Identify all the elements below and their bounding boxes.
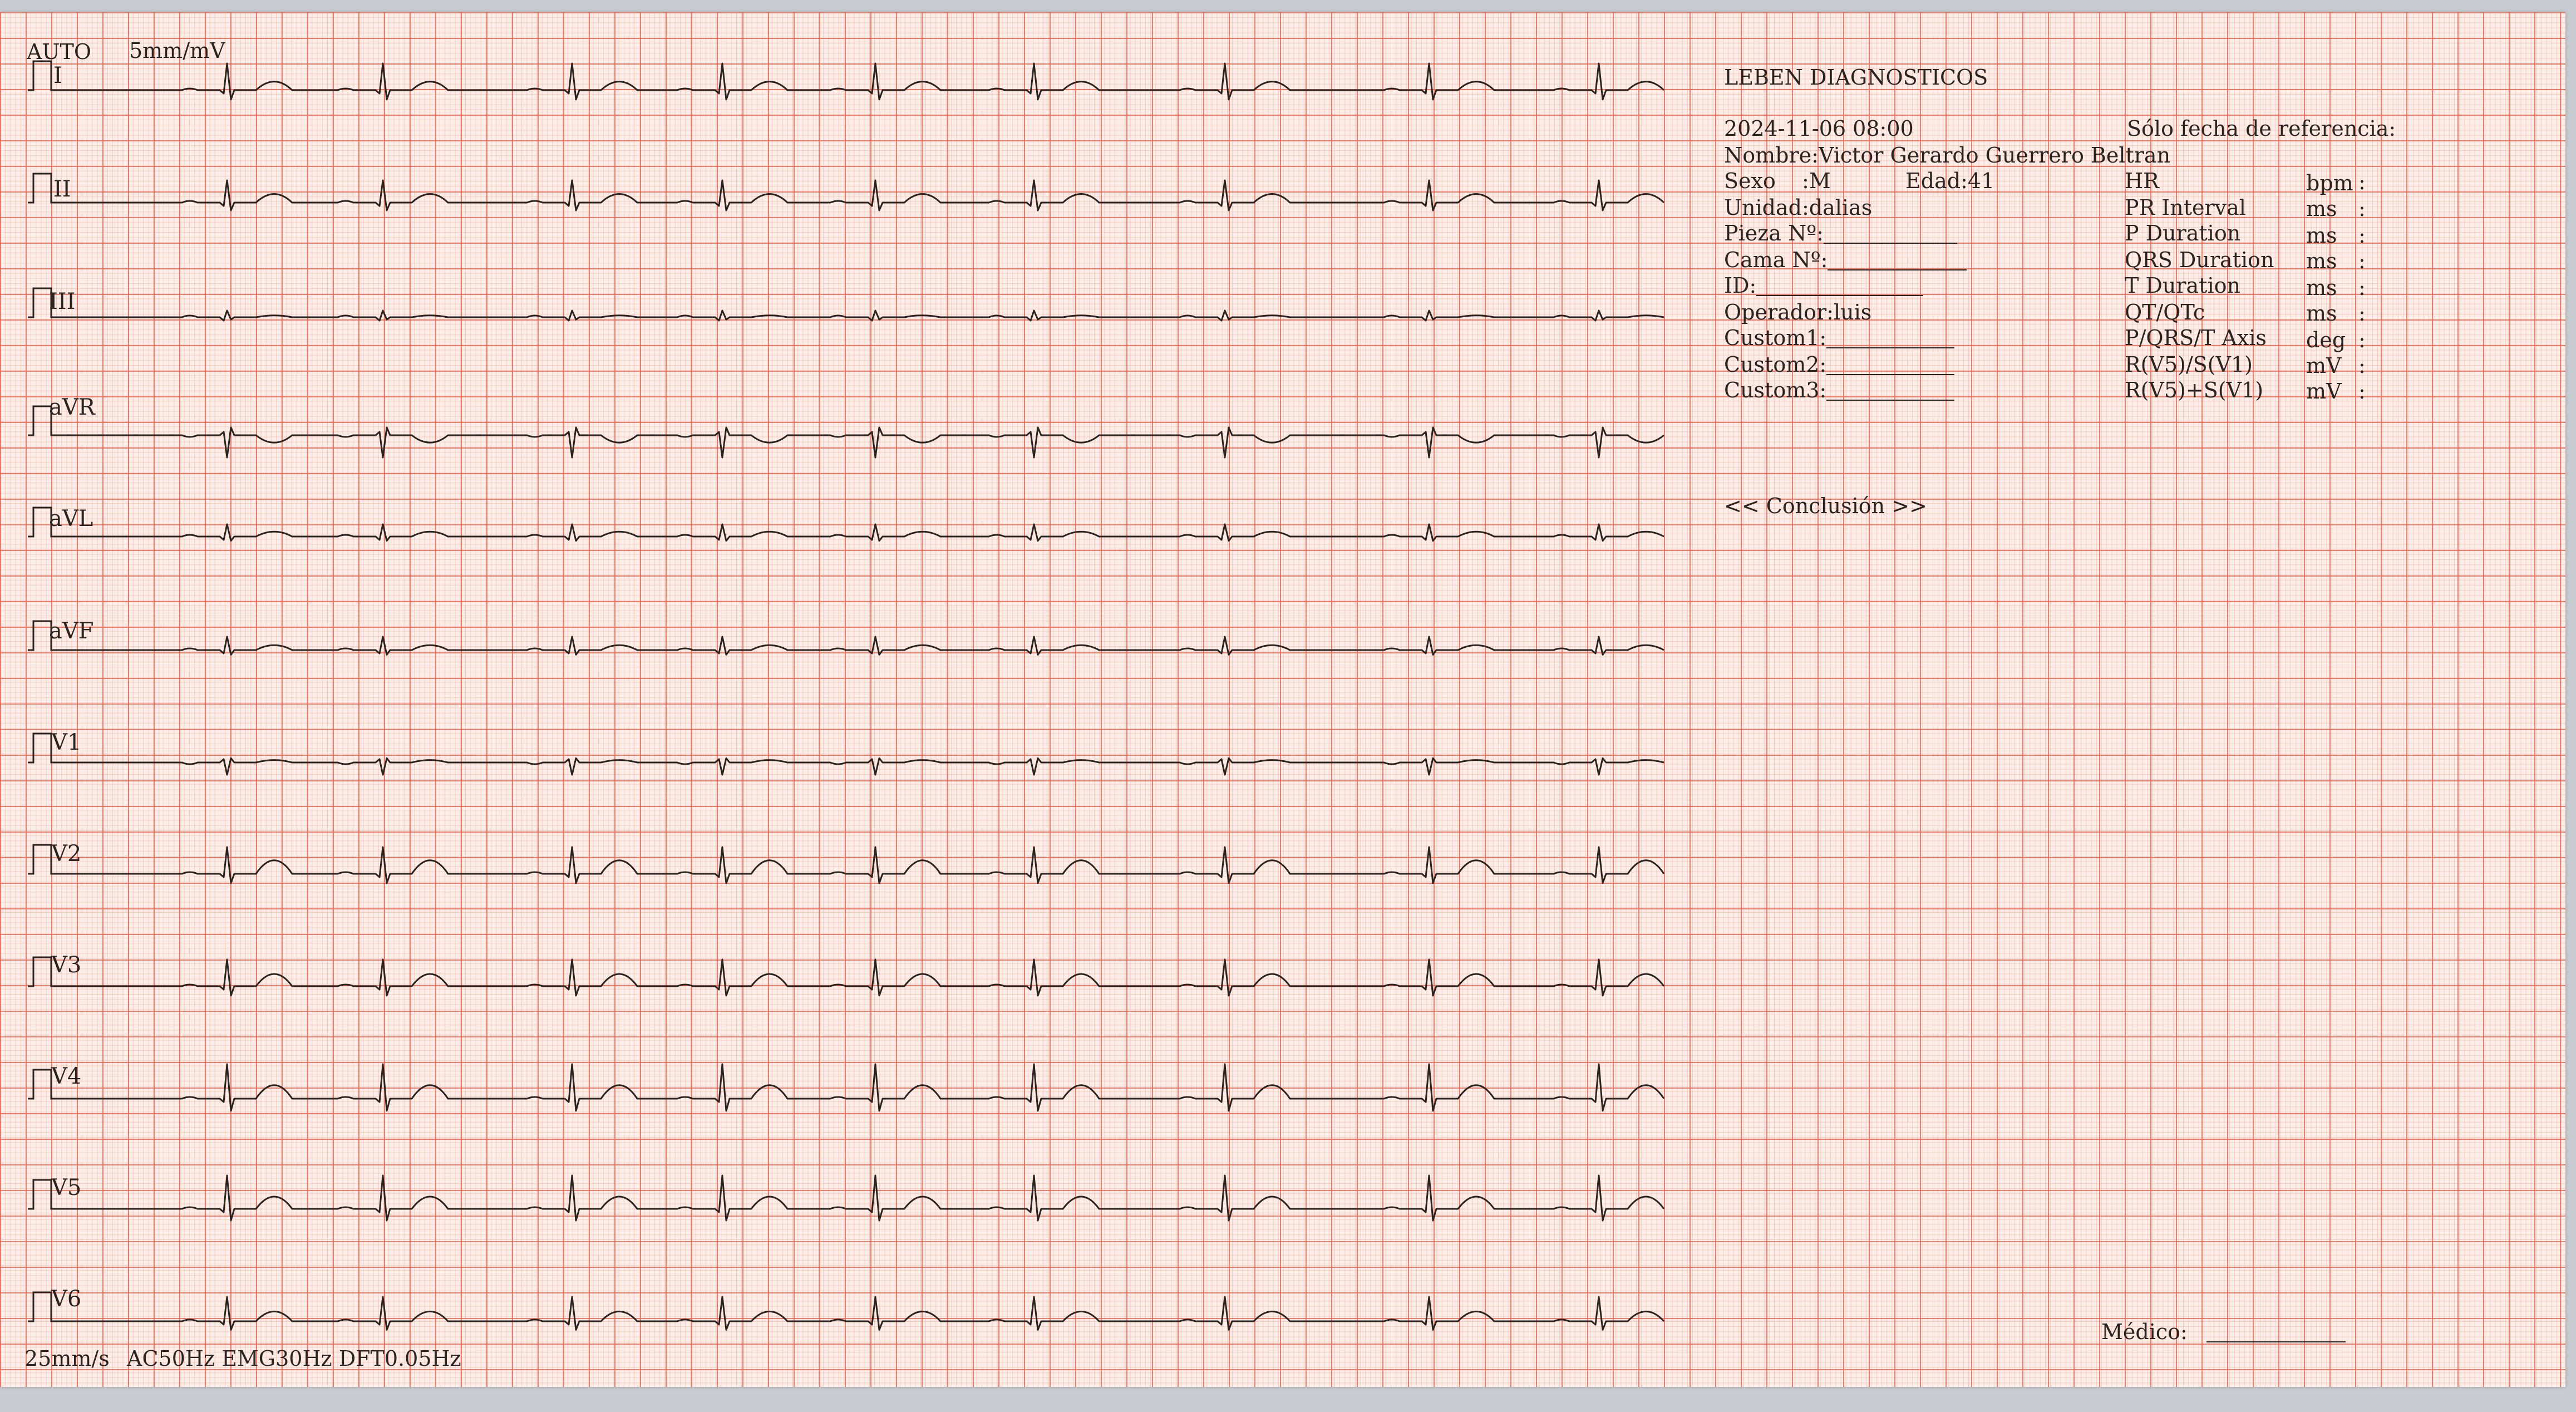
lead-label-V2: V2 bbox=[51, 841, 82, 867]
id-field: ID: bbox=[1724, 275, 1924, 296]
measure-unit-rv5-sv1-ratio: mV bbox=[2306, 353, 2342, 378]
lead-label-V3: V3 bbox=[51, 952, 82, 978]
measure-sep-rv5-sv1-sum: : bbox=[2358, 379, 2366, 404]
lead-label-V5: V5 bbox=[51, 1175, 82, 1201]
measure-unit-t-duration: ms bbox=[2306, 275, 2337, 300]
measure-sep-t-duration: : bbox=[2358, 275, 2366, 300]
lead-label-I: I bbox=[53, 63, 62, 88]
measure-name-p-duration: P Duration bbox=[2125, 221, 2241, 245]
measure-name-t-duration: T Duration bbox=[2125, 273, 2240, 298]
ecg-trace-aVL bbox=[61, 523, 1664, 542]
custom2-field: Custom2: bbox=[1724, 354, 1955, 375]
measure-unit-qt: ms bbox=[2306, 301, 2337, 326]
gain-label: 5mm/mV bbox=[129, 38, 225, 63]
measure-unit-axis: deg bbox=[2306, 328, 2346, 352]
lead-label-aVF: aVF bbox=[49, 618, 94, 644]
mode-label: AUTO bbox=[27, 40, 91, 64]
exam-datetime: 2024-11-06 08:00 bbox=[1724, 116, 1914, 141]
measure-sep-qrs: : bbox=[2358, 249, 2366, 273]
doctor-signature-field: Médico: bbox=[2101, 1321, 2346, 1342]
lead-label-III: III bbox=[49, 289, 76, 314]
measure-name-qrs: QRS Duration bbox=[2125, 248, 2274, 272]
ecg-trace-V5 bbox=[61, 1174, 1665, 1222]
room-field: Pieza Nº: bbox=[1724, 223, 1957, 244]
bed-field: Cama Nº: bbox=[1724, 249, 1967, 270]
custom3-field: Custom3: bbox=[1724, 380, 1955, 401]
measure-unit-p-duration: ms bbox=[2306, 223, 2337, 248]
ecg-trace-V4 bbox=[61, 1063, 1665, 1112]
measure-sep-qt: : bbox=[2358, 301, 2366, 326]
ecg-trace-V1 bbox=[61, 757, 1664, 776]
sex-value: :M bbox=[1802, 169, 1831, 193]
ecg-trace-I bbox=[61, 62, 1665, 101]
sex-label: Sexo bbox=[1724, 169, 1776, 193]
measure-name-axis: P/QRS/T Axis bbox=[2125, 326, 2267, 350]
lead-label-V6: V6 bbox=[51, 1286, 82, 1312]
ecg-trace-aVF bbox=[61, 636, 1664, 656]
ecg-paper: AUTO 5mm/mV I II III aVR aVL aVF V1 V2 V… bbox=[0, 12, 2565, 1387]
measure-unit-pr: ms bbox=[2306, 196, 2337, 221]
measure-name-pr: PR Interval bbox=[2125, 195, 2246, 220]
lead-label-V1: V1 bbox=[51, 730, 82, 755]
paper-speed: 25mm/s bbox=[24, 1346, 110, 1371]
reference-note: Sólo fecha de referencia: bbox=[2127, 116, 2396, 141]
patient-name: Nombre:Victor Gerardo Guerrero Beltran bbox=[1724, 143, 2171, 168]
measure-sep-p-duration: : bbox=[2358, 223, 2366, 248]
measure-sep-axis: : bbox=[2358, 328, 2366, 352]
patient-age: Edad:41 bbox=[1905, 169, 1995, 193]
lead-label-aVL: aVL bbox=[49, 506, 93, 532]
ecg-trace-V3 bbox=[61, 958, 1665, 997]
measure-name-hr: HR bbox=[2125, 169, 2159, 193]
measure-unit-qrs: ms bbox=[2306, 249, 2337, 273]
ecg-trace-III bbox=[61, 309, 1664, 322]
operator-field: Operador:luis bbox=[1724, 300, 1872, 324]
measure-unit-hr: bpm bbox=[2306, 171, 2353, 195]
measure-sep-hr: : bbox=[2358, 170, 2366, 194]
lead-label-II: II bbox=[53, 176, 71, 202]
measure-sep-pr: : bbox=[2358, 196, 2366, 221]
measure-unit-rv5-sv1-sum: mV bbox=[2306, 379, 2342, 404]
measure-name-rv5-sv1-sum: R(V5)+S(V1) bbox=[2125, 378, 2264, 402]
ecg-trace-V2 bbox=[61, 846, 1665, 884]
custom1-field: Custom1: bbox=[1724, 327, 1955, 348]
ecg-trace-V6 bbox=[61, 1296, 1665, 1331]
lead-label-aVR: aVR bbox=[49, 395, 95, 420]
measure-name-qt: QT/QTc bbox=[2125, 300, 2205, 324]
filter-settings: AC50Hz EMG30Hz DFT0.05Hz bbox=[127, 1346, 461, 1371]
lead-label-V4: V4 bbox=[51, 1064, 82, 1089]
measure-sep-rv5-sv1-ratio: : bbox=[2358, 353, 2366, 378]
measure-name-rv5-sv1-ratio: R(V5)/S(V1) bbox=[2125, 352, 2253, 377]
conclusion-heading: << Conclusión >> bbox=[1724, 494, 1927, 518]
ecg-trace-II bbox=[61, 179, 1665, 211]
ecg-trace-aVR bbox=[61, 426, 1664, 459]
unit-field: Unidad:dalias bbox=[1724, 195, 1873, 220]
clinic-name: LEBEN DIAGNOSTICOS bbox=[1724, 65, 1988, 90]
